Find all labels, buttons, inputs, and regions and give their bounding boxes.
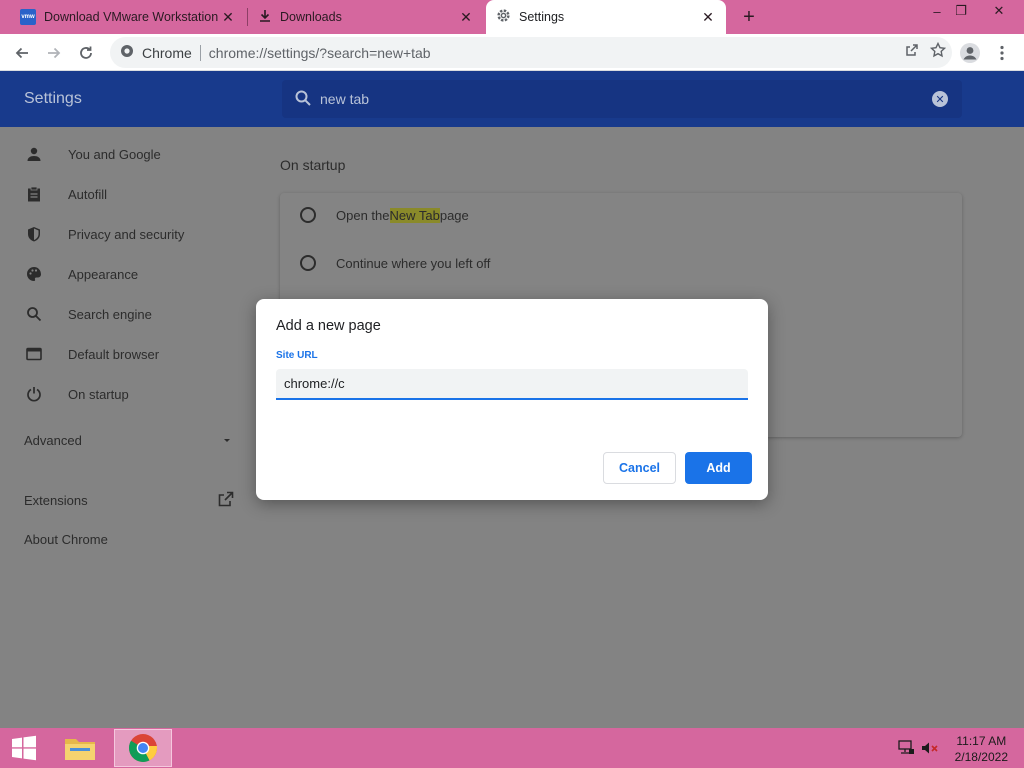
sidebar-item-label: You and Google	[68, 146, 161, 162]
url-text[interactable]: chrome://settings/?search=new+tab	[209, 45, 431, 61]
tab-vmware-download[interactable]: vmw Download VMware Workstation ✕	[10, 0, 246, 34]
tab-title: Downloads	[280, 10, 342, 24]
sidebar-item-privacy-and-security[interactable]: Privacy and security	[24, 222, 184, 246]
browser-icon	[24, 344, 44, 364]
sidebar-item-default-browser[interactable]: Default browser	[24, 342, 159, 366]
start-button[interactable]	[4, 728, 44, 768]
sidebar-item-label: Extensions	[24, 493, 88, 508]
add-new-page-dialog: Add a new page Site URL Cancel Add	[256, 299, 768, 500]
option-label: Continue where you left off	[336, 255, 491, 271]
settings-title: Settings	[24, 90, 82, 107]
sidebar-item-extensions[interactable]: Extensions	[24, 491, 234, 510]
tab-settings[interactable]: Settings ✕	[486, 0, 726, 34]
tab-title: Download VMware Workstation	[44, 10, 219, 24]
caret-down-icon	[222, 433, 232, 448]
settings-search-field[interactable]: new tab ✕	[282, 80, 962, 118]
back-button[interactable]	[8, 39, 36, 67]
clipboard-icon	[24, 184, 44, 204]
chrome-icon	[129, 734, 157, 762]
close-window-button[interactable]: ✕	[984, 0, 1014, 22]
sidebar-item-label: Appearance	[68, 266, 139, 282]
vmware-icon: vmw	[20, 9, 36, 25]
palette-icon	[24, 264, 44, 284]
person-icon	[24, 144, 44, 164]
gear-icon	[496, 8, 511, 26]
chrome-menu-button[interactable]	[988, 39, 1016, 67]
forward-button[interactable]	[40, 39, 68, 67]
site-chip: Chrome	[142, 44, 192, 61]
tab-strip: vmw Download VMware Workstation ✕ Downlo…	[0, 0, 1024, 34]
cancel-button[interactable]: Cancel	[603, 452, 676, 484]
option-label-suffix: page	[439, 207, 469, 223]
sidebar-item-label: Privacy and security	[68, 226, 185, 242]
option-label-prefix: Open the	[336, 207, 390, 223]
omnibox-divider	[199, 44, 201, 61]
browser-toolbar: Chrome chrome://settings/?search=new+tab	[0, 34, 1024, 71]
profile-avatar-icon	[960, 43, 980, 63]
sidebar-item-you-and-google[interactable]: You and Google	[24, 142, 161, 166]
address-bar[interactable]: Chrome chrome://settings/?search=new+tab	[110, 37, 952, 68]
search-query: new tab	[320, 91, 370, 107]
sidebar-item-label: Search engine	[68, 306, 152, 322]
bookmark-star-icon[interactable]	[929, 41, 947, 61]
tab-downloads[interactable]: Downloads ✕	[248, 0, 484, 34]
sidebar-item-autofill[interactable]: Autofill	[24, 182, 107, 206]
clock-date: 2/18/2022	[954, 750, 1008, 764]
radio-button[interactable]	[300, 255, 316, 271]
network-icon[interactable]	[897, 739, 915, 757]
reload-icon	[80, 46, 92, 59]
folder-icon	[65, 739, 95, 760]
windows-taskbar: 11:17 AM 2/18/2022	[0, 728, 1024, 768]
tab-title: Settings	[519, 10, 565, 24]
startup-option-continue[interactable]: Continue where you left off	[300, 255, 490, 271]
power-icon	[24, 384, 44, 404]
back-arrow-icon	[15, 47, 28, 59]
add-button[interactable]: Add	[685, 452, 752, 484]
share-icon[interactable]	[904, 42, 920, 61]
windows-logo-icon	[12, 735, 36, 761]
chrome-logo-icon	[120, 44, 134, 61]
site-url-label: Site URL	[276, 350, 318, 361]
volume-muted-icon[interactable]	[921, 739, 939, 757]
clear-search-icon[interactable]: ✕	[932, 91, 948, 107]
forward-arrow-icon	[48, 47, 61, 59]
search-highlight: New Tab	[389, 207, 440, 223]
close-tab-icon[interactable]: ✕	[220, 9, 236, 25]
sidebar-item-on-startup[interactable]: On startup	[24, 382, 129, 406]
site-url-input[interactable]	[276, 369, 748, 400]
restore-button[interactable]: ❐	[946, 0, 976, 22]
download-icon	[258, 9, 272, 26]
sidebar-item-label: Default browser	[68, 346, 160, 362]
close-tab-icon[interactable]: ✕	[700, 9, 716, 25]
sidebar-item-label: Advanced	[24, 433, 82, 448]
open-external-icon	[218, 491, 234, 510]
kebab-menu-icon	[1000, 45, 1004, 61]
section-title: On startup	[280, 157, 346, 173]
close-tab-icon[interactable]: ✕	[458, 9, 474, 25]
sidebar-advanced-toggle[interactable]: Advanced	[24, 433, 232, 448]
settings-sidebar: You and Google Autofill Privacy and secu…	[0, 127, 250, 728]
shield-icon	[24, 224, 44, 244]
sidebar-item-search-engine[interactable]: Search engine	[24, 302, 152, 326]
profile-button[interactable]	[956, 39, 984, 67]
sidebar-item-label: Autofill	[68, 186, 108, 202]
sidebar-item-label: On startup	[68, 386, 129, 402]
new-tab-button[interactable]: +	[736, 4, 762, 30]
startup-option-new-tab[interactable]: Open the New Tab page	[300, 207, 469, 223]
clock-time: 11:17 AM	[956, 734, 1007, 748]
radio-button[interactable]	[300, 207, 316, 223]
reload-button[interactable]	[72, 39, 100, 67]
search-icon	[24, 304, 44, 324]
system-clock[interactable]: 11:17 AM 2/18/2022	[955, 733, 1008, 765]
sidebar-item-appearance[interactable]: Appearance	[24, 262, 138, 286]
dialog-title: Add a new page	[276, 318, 381, 334]
chrome-taskbar-icon[interactable]	[114, 729, 172, 767]
sidebar-item-about-chrome[interactable]: About Chrome	[24, 532, 108, 547]
settings-header: Settings new tab ✕	[0, 71, 1024, 127]
search-icon	[294, 89, 312, 110]
file-explorer-taskbar-icon[interactable]	[60, 730, 100, 766]
